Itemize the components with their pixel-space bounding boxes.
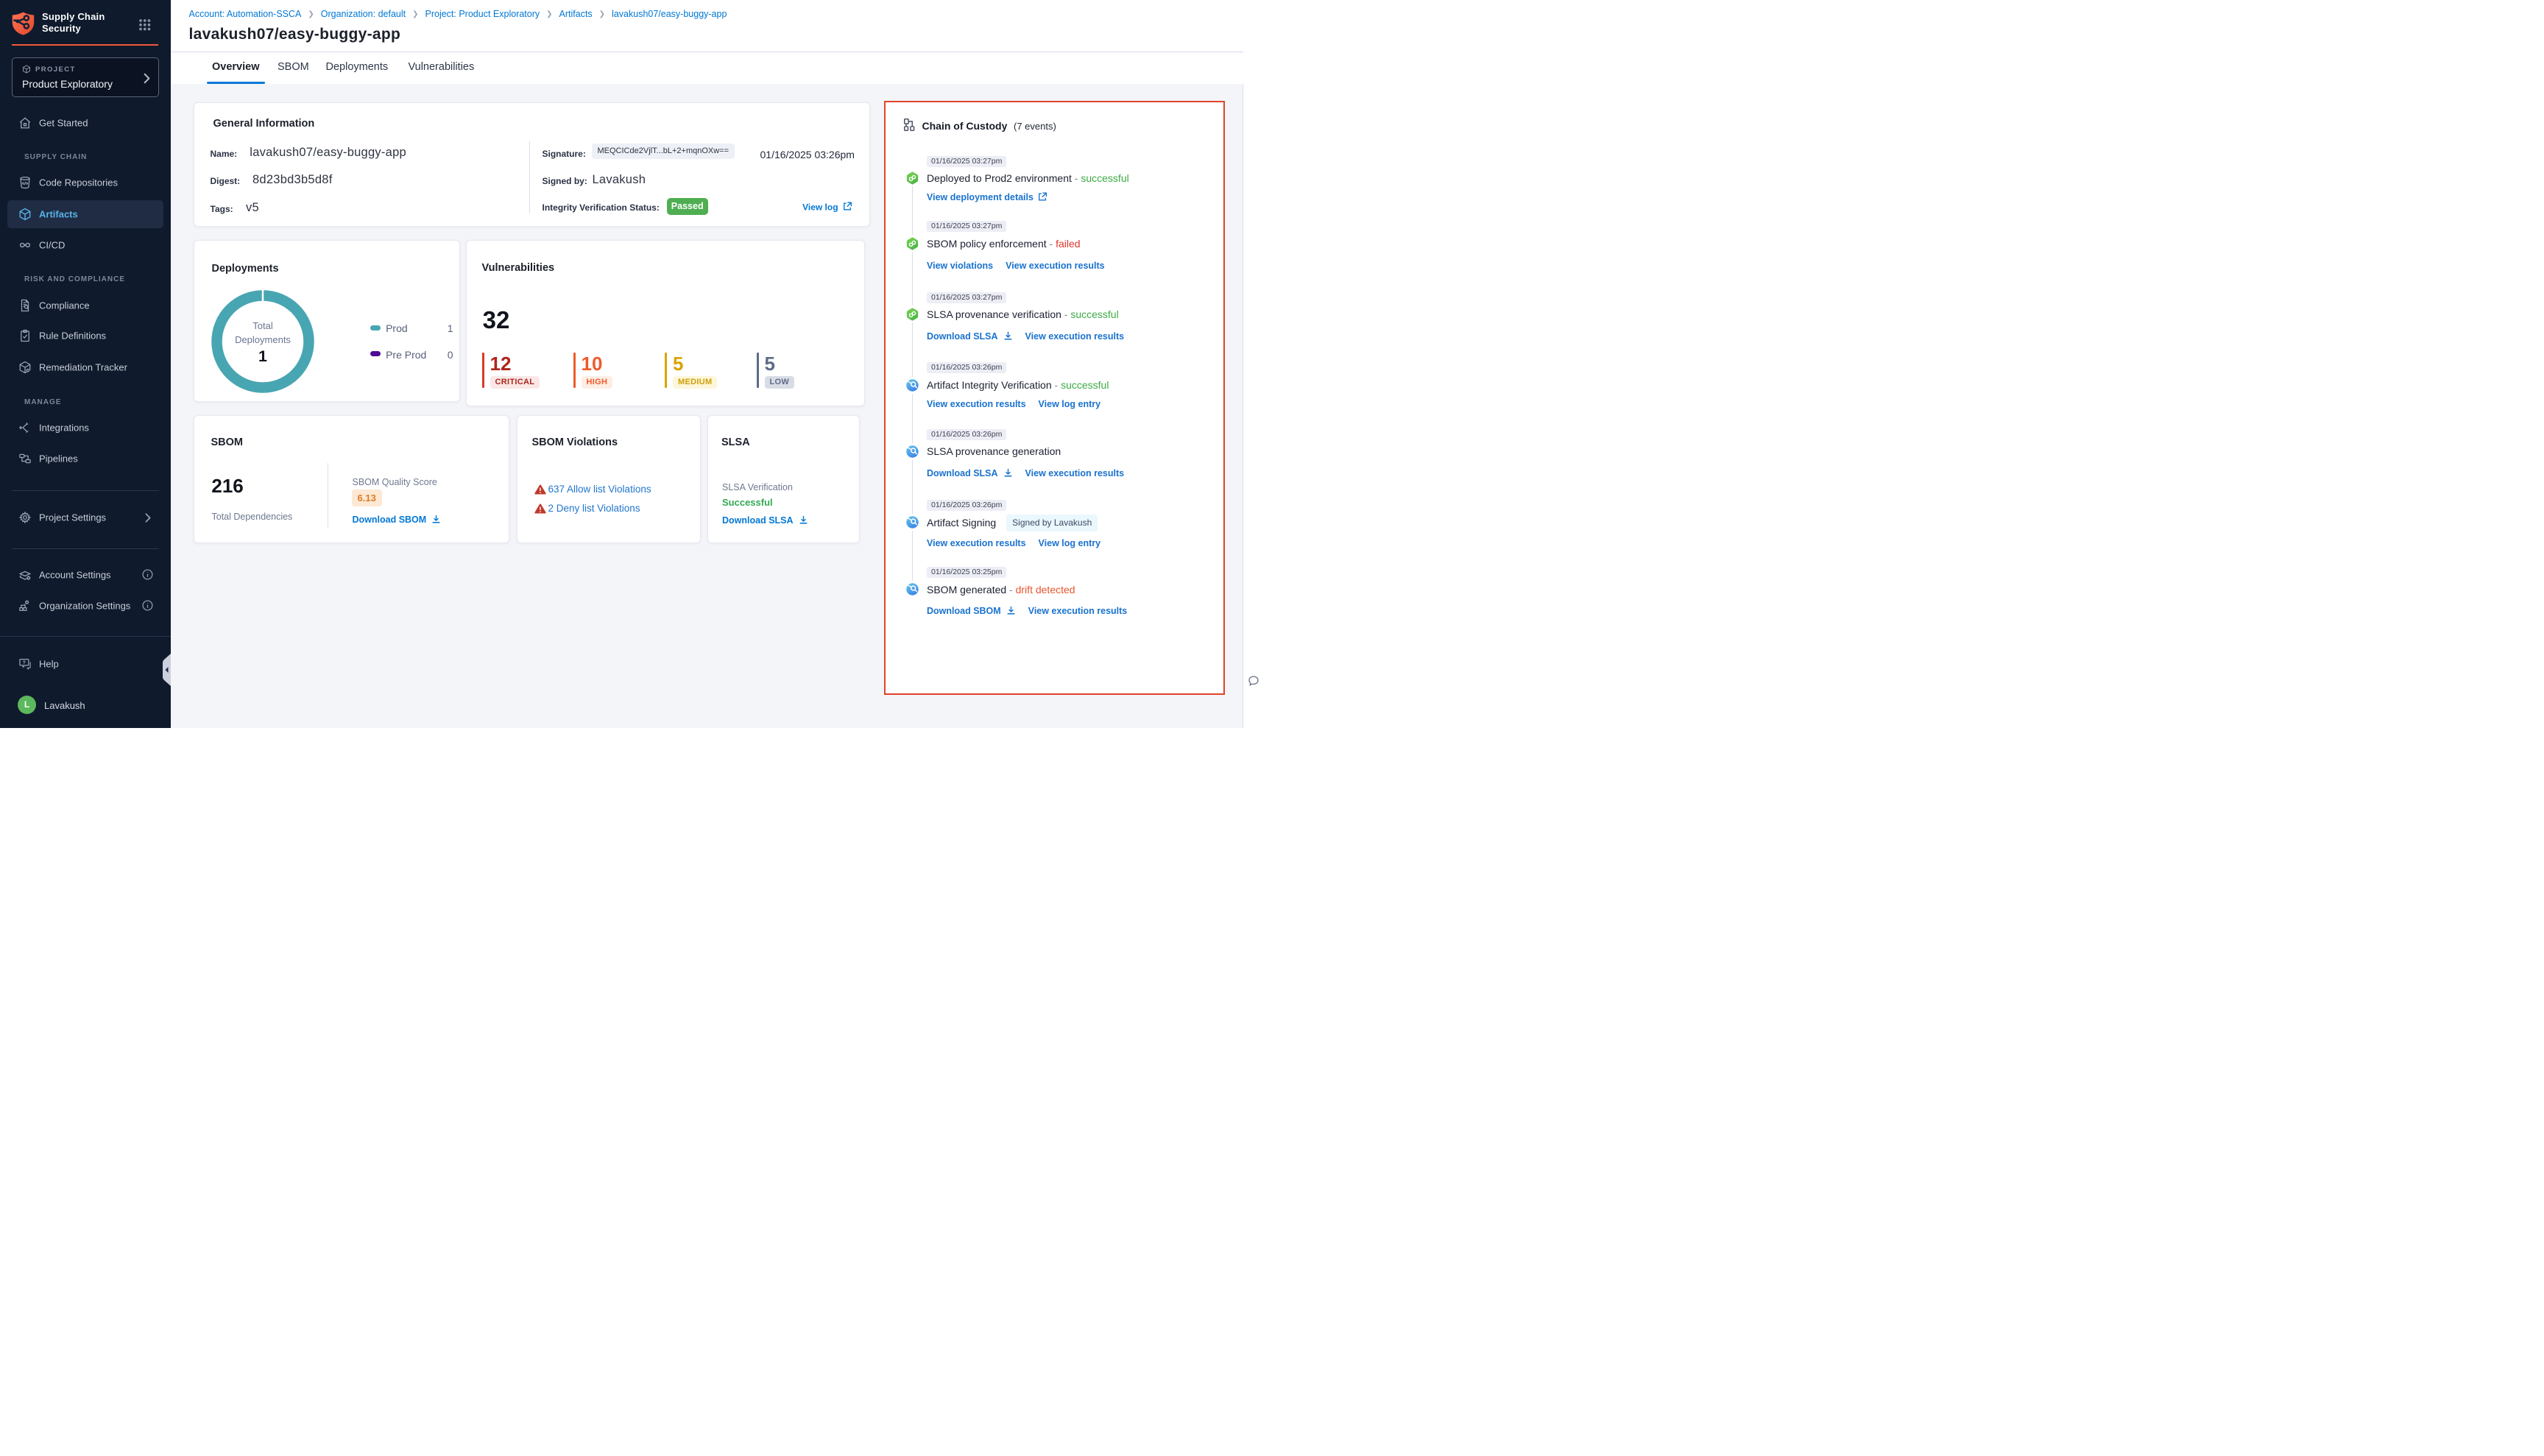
svg-text:?: ?: [22, 659, 26, 665]
